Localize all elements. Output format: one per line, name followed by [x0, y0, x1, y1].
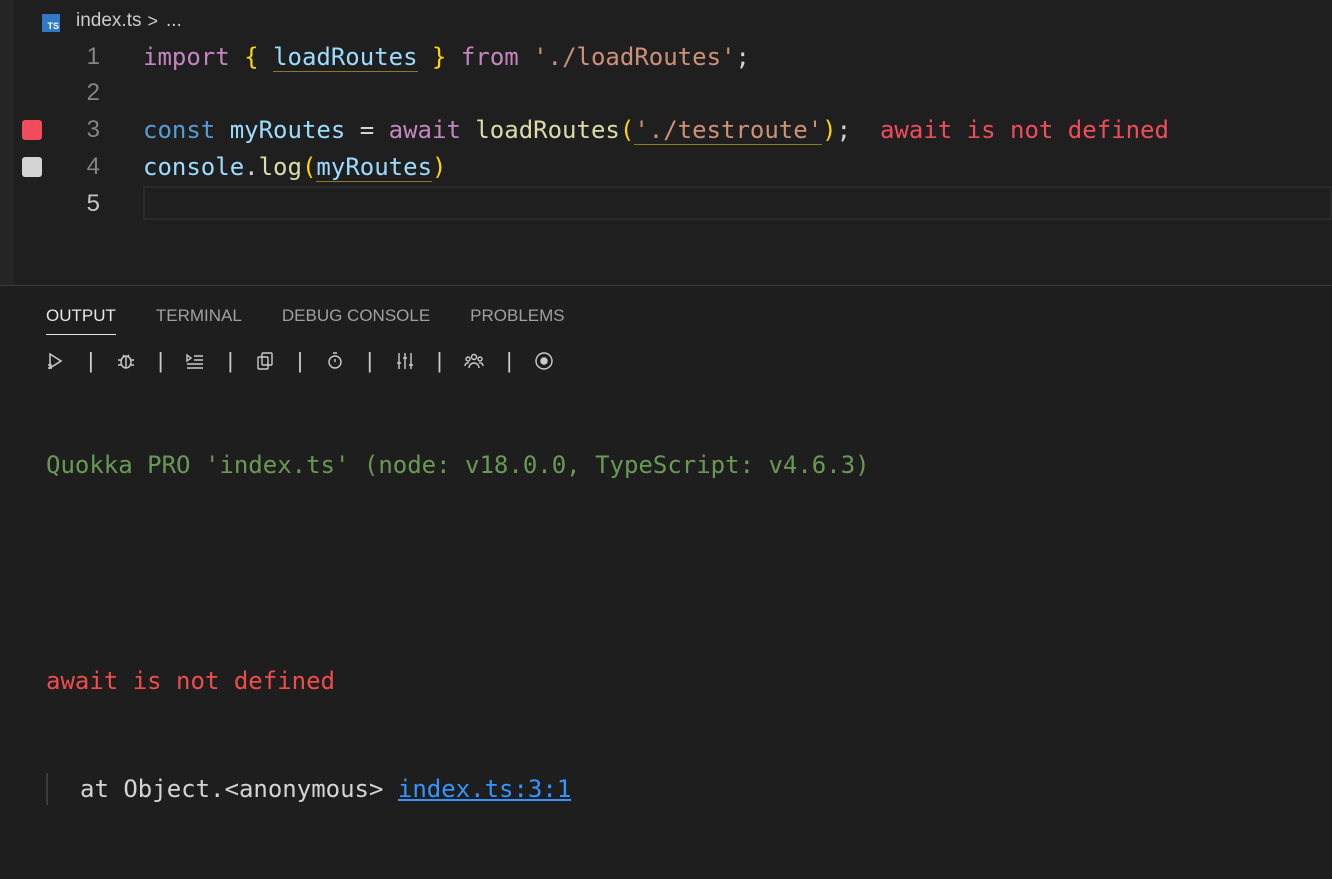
punctuation: ;	[836, 116, 852, 144]
sliders-icon[interactable]	[395, 351, 415, 371]
string: './loadRoutes'	[533, 43, 736, 71]
stack-location-link[interactable]: index.ts:3:1	[398, 775, 571, 803]
line-number: 1	[86, 43, 100, 70]
toolbar-separator: |	[157, 348, 164, 373]
run-icon[interactable]	[46, 351, 66, 371]
breadcrumb[interactable]: TS index.ts > ...	[42, 9, 182, 33]
line-number: 3	[86, 116, 100, 143]
punctuation: .	[244, 153, 259, 181]
tab-problems[interactable]: PROBLEMS	[470, 306, 564, 335]
function-name: log	[258, 153, 302, 181]
toolbar-separator: |	[297, 348, 303, 373]
inline-error-message: await is not defined	[879, 116, 1169, 144]
code-line-5[interactable]: 5	[0, 186, 1332, 222]
code-line-4[interactable]: 4 console.log(myRoutes)	[0, 149, 1332, 185]
output-error: await is not defined	[46, 667, 335, 695]
stop-record-icon[interactable]	[534, 351, 554, 371]
breadcrumb-file[interactable]: index.ts	[76, 10, 141, 32]
editor-area[interactable]: TS index.ts > ... 1 import { loadRoutes …	[0, 0, 1332, 285]
output-log: Quokka PRO 'index.ts' (node: v18.0.0, Ty…	[46, 375, 870, 879]
typescript-file-icon: TS	[42, 14, 60, 32]
function-name: loadRoutes	[475, 116, 620, 144]
line-number: 4	[86, 153, 100, 180]
debug-bug-icon[interactable]	[116, 351, 136, 371]
community-icon[interactable]	[464, 351, 485, 371]
code-text[interactable]: console.log(myRoutes)	[143, 149, 446, 185]
keyword: import	[143, 43, 230, 71]
panel-tabs: OUTPUT TERMINAL DEBUG CONSOLE PROBLEMS	[46, 306, 605, 335]
line-number: 2	[86, 79, 100, 106]
keyword: await	[388, 116, 461, 144]
paren: (	[619, 116, 635, 144]
stack-trace-line: at Object.<anonymous> index.ts:3:1	[46, 771, 870, 807]
list-indent-icon[interactable]	[185, 351, 205, 371]
tab-terminal[interactable]: TERMINAL	[156, 306, 242, 335]
identifier: myRoutes	[229, 116, 346, 144]
keyword: from	[460, 43, 519, 71]
paren: (	[301, 153, 317, 181]
toolbar-separator: |	[227, 348, 234, 373]
stack-indent-guide	[46, 773, 48, 805]
output-header: Quokka PRO 'index.ts' (node: v18.0.0, Ty…	[46, 451, 870, 479]
toolbar-separator: |	[88, 348, 94, 373]
line-number: 5	[86, 190, 100, 217]
paren: )	[822, 116, 837, 144]
code-line-2[interactable]: 2	[0, 75, 1332, 111]
paren: )	[432, 153, 447, 181]
identifier: console	[143, 153, 245, 181]
brace: {	[244, 43, 259, 71]
chevron-right-icon: >	[147, 10, 158, 31]
error-coverage-marker	[22, 120, 42, 140]
identifier: myRoutes	[316, 153, 433, 182]
toolbar-separator: |	[436, 348, 443, 373]
operator: =	[359, 116, 375, 144]
coverage-marker	[22, 157, 42, 177]
tab-debug-console[interactable]: DEBUG CONSOLE	[282, 306, 430, 335]
bottom-panel: OUTPUT TERMINAL DEBUG CONSOLE PROBLEMS |…	[0, 285, 1332, 805]
keyword: const	[143, 116, 216, 144]
code-text[interactable]: import { loadRoutes } from './loadRoutes…	[143, 39, 750, 75]
code-line-3[interactable]: 3 const myRoutes = await loadRoutes('./t…	[0, 112, 1332, 148]
punctuation: ;	[735, 43, 750, 71]
output-blank-line	[46, 555, 870, 591]
identifier: loadRoutes	[273, 43, 418, 72]
tab-output[interactable]: OUTPUT	[46, 306, 116, 335]
code-line-1[interactable]: 1 import { loadRoutes } from './loadRout…	[0, 39, 1332, 75]
quokka-toolbar: | | | | | | |	[46, 348, 554, 374]
string: './testroute'	[634, 116, 823, 145]
code-text[interactable]: const myRoutes = await loadRoutes('./tes…	[143, 112, 1169, 148]
toolbar-separator: |	[366, 348, 373, 373]
brace: }	[432, 43, 447, 71]
toolbar-separator: |	[506, 348, 513, 373]
breadcrumb-more[interactable]: ...	[166, 10, 182, 32]
stack-frame: at Object.<anonymous>	[80, 775, 384, 803]
copy-icon[interactable]	[255, 351, 275, 371]
stopwatch-icon[interactable]	[325, 351, 345, 371]
